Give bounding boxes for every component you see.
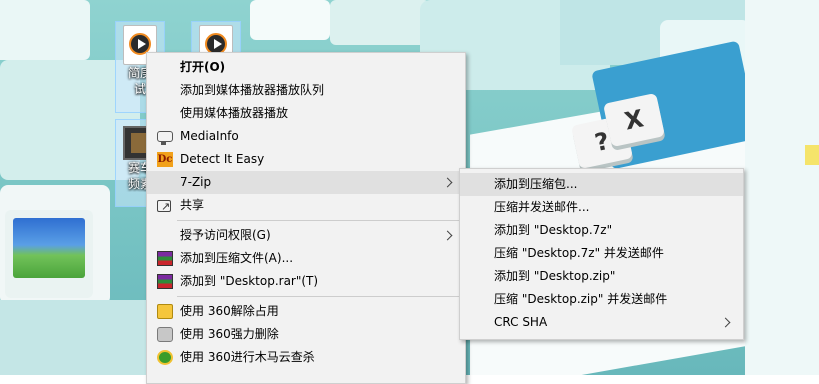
submenu-item-compress-7z-email[interactable]: 压缩 "Desktop.7z" 并发送邮件 <box>460 242 743 265</box>
menu-separator <box>177 296 463 297</box>
menu-item-label: 压缩 "Desktop.zip" 并发送邮件 <box>494 292 668 306</box>
menu-item-label: CRC SHA <box>494 315 548 329</box>
menu-item-label: 添加到压缩包... <box>494 177 578 191</box>
wallpaper-block <box>330 0 430 45</box>
7zip-submenu: 添加到压缩包... 压缩并发送邮件... 添加到 "Desktop.7z" 压缩… <box>459 168 744 340</box>
menu-item-360-force-delete[interactable]: 使用 360强力删除 <box>147 323 465 346</box>
360-delete-icon <box>157 327 173 342</box>
menu-item-label: 添加到媒体播放器播放队列 <box>180 83 325 97</box>
detect-it-easy-icon: Dc <box>157 152 173 167</box>
menu-item-mediainfo[interactable]: MediaInfo <box>147 125 465 148</box>
menu-item-play-in-media-player[interactable]: 使用媒体播放器播放 <box>147 102 465 125</box>
context-menu: 打开(O) 添加到媒体播放器播放队列 使用媒体播放器播放 MediaInfo D… <box>146 52 466 384</box>
submenu-item-add-to-archive[interactable]: 添加到压缩包... <box>460 173 743 196</box>
menu-item-label: 添加到 "Desktop.zip" <box>494 269 616 283</box>
menu-item-label: 使用 360进行木马云查杀 <box>180 350 315 364</box>
menu-item-label: 添加到 "Desktop.7z" <box>494 223 613 237</box>
submenu-item-add-to-desktop-7z[interactable]: 添加到 "Desktop.7z" <box>460 219 743 242</box>
menu-item-open[interactable]: 打开(O) <box>147 56 465 79</box>
submenu-item-compress-zip-email[interactable]: 压缩 "Desktop.zip" 并发送邮件 <box>460 288 743 311</box>
chevron-right-icon <box>442 177 453 188</box>
menu-item-label: 压缩 "Desktop.7z" 并发送邮件 <box>494 246 664 260</box>
mediainfo-icon <box>157 131 173 145</box>
wallpaper-block <box>0 300 150 375</box>
menu-item-label: 共享 <box>180 198 205 212</box>
menu-item-label: 7-Zip <box>180 175 212 189</box>
menu-item-7zip[interactable]: 7-Zip <box>147 171 465 194</box>
360-unlock-icon <box>157 304 173 319</box>
wallpaper-block <box>250 0 330 40</box>
wallpaper-monitor-screen <box>13 218 85 278</box>
menu-item-label: 使用 360强力删除 <box>180 327 279 341</box>
share-icon <box>157 195 171 218</box>
360-scan-icon <box>157 350 173 365</box>
menu-item-360-unlock[interactable]: 使用 360解除占用 <box>147 300 465 323</box>
submenu-item-compress-and-email[interactable]: 压缩并发送邮件... <box>460 196 743 219</box>
menu-item-label: 添加到压缩文件(A)... <box>180 251 294 265</box>
menu-item-label: MediaInfo <box>180 129 239 143</box>
menu-item-360-trojan-scan[interactable]: 使用 360进行木马云查杀 <box>147 346 465 369</box>
menu-separator <box>177 220 463 221</box>
menu-item-label: 添加到 "Desktop.rar"(T) <box>180 274 319 288</box>
menu-item-label: 使用媒体播放器播放 <box>180 106 289 120</box>
menu-item-label: 授予访问权限(G) <box>180 228 271 242</box>
winrar-icon <box>157 251 173 266</box>
menu-item-add-to-playlist[interactable]: 添加到媒体播放器播放队列 <box>147 79 465 102</box>
chevron-right-icon <box>720 317 731 328</box>
menu-item-detect-it-easy[interactable]: Dc Detect It Easy <box>147 148 465 171</box>
menu-item-add-to-archive[interactable]: 添加到压缩文件(A)... <box>147 247 465 270</box>
wallpaper-block <box>745 0 819 375</box>
submenu-item-crc-sha[interactable]: CRC SHA <box>460 311 743 334</box>
wallpaper-block <box>0 0 90 60</box>
wallpaper-monitor <box>5 210 93 298</box>
menu-item-share[interactable]: 共享 <box>147 194 465 218</box>
wallpaper-sticky-note <box>805 145 819 165</box>
menu-item-label: 压缩并发送邮件... <box>494 200 590 214</box>
menu-item-grant-access[interactable]: 授予访问权限(G) <box>147 224 465 247</box>
submenu-item-add-to-desktop-zip[interactable]: 添加到 "Desktop.zip" <box>460 265 743 288</box>
winrar-icon <box>157 274 173 289</box>
menu-item-label: 使用 360解除占用 <box>180 304 279 318</box>
menu-item-add-to-desktop-rar[interactable]: 添加到 "Desktop.rar"(T) <box>147 270 465 293</box>
chevron-right-icon <box>442 230 453 241</box>
menu-item-label: Detect It Easy <box>180 152 265 166</box>
menu-item-label: 打开(O) <box>180 60 226 74</box>
